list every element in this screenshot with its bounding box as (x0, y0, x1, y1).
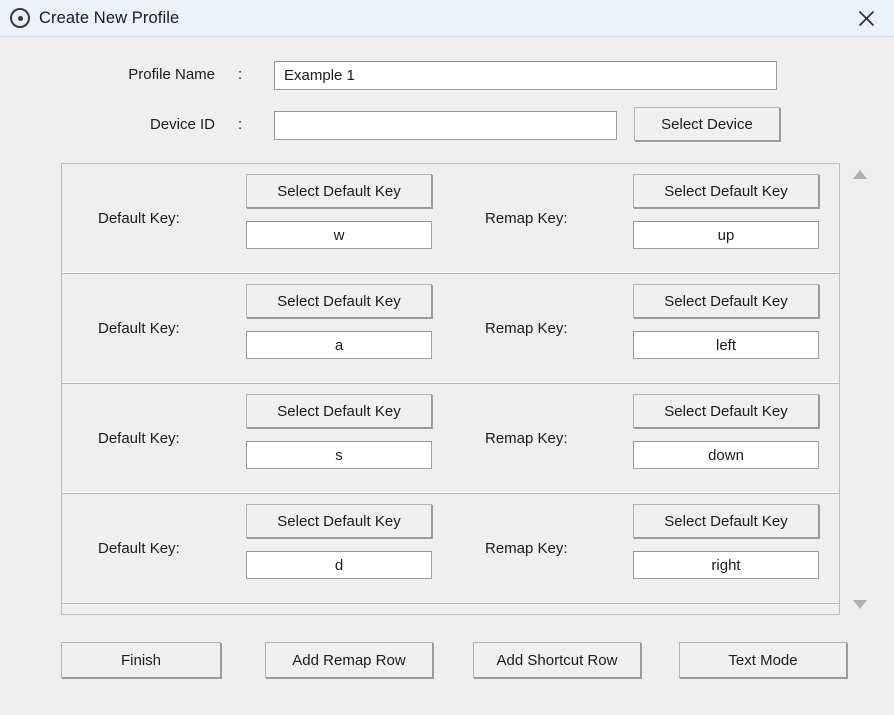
default-key-input[interactable]: d (246, 551, 432, 579)
select-default-key-button[interactable]: Select Default Key (246, 504, 432, 538)
table-row: Default Key: Select Default Key a Remap … (62, 274, 839, 384)
table-row: Default Key: Select Default Key w Remap … (62, 164, 839, 274)
profile-name-colon: : (238, 66, 243, 83)
add-shortcut-row-button[interactable]: Add Shortcut Row (473, 642, 641, 678)
device-id-label: Device ID (149, 116, 215, 133)
remap-key-input[interactable]: down (633, 441, 819, 469)
window-titlebar: Create New Profile (0, 0, 894, 37)
profile-name-label: Profile Name (128, 66, 215, 83)
profile-name-input[interactable]: Example 1 (274, 61, 777, 90)
remap-key-label: Remap Key: (485, 430, 568, 447)
scroll-down-arrow-icon (852, 599, 867, 609)
default-key-label: Default Key: (98, 320, 180, 337)
app-target-circle-icon (10, 8, 30, 28)
select-device-button[interactable]: Select Device (634, 107, 780, 141)
select-remap-key-button[interactable]: Select Default Key (633, 394, 819, 428)
default-key-input[interactable]: s (246, 441, 432, 469)
remap-rows-panel: Default Key: Select Default Key w Remap … (61, 163, 840, 615)
table-row-partial (62, 604, 839, 614)
remap-key-input[interactable]: right (633, 551, 819, 579)
remap-key-label: Remap Key: (485, 210, 568, 227)
default-key-label: Default Key: (98, 210, 180, 227)
table-row: Default Key: Select Default Key d Remap … (62, 494, 839, 604)
close-icon (858, 10, 874, 26)
device-id-colon: : (238, 116, 243, 133)
finish-button[interactable]: Finish (61, 642, 221, 678)
scroll-up-arrow-button[interactable] (846, 163, 873, 185)
close-window-button[interactable] (838, 0, 894, 36)
select-remap-key-button[interactable]: Select Default Key (633, 504, 819, 538)
window-title: Create New Profile (39, 8, 180, 27)
remap-key-input[interactable]: up (633, 221, 819, 249)
default-key-input[interactable]: a (246, 331, 432, 359)
remap-key-label: Remap Key: (485, 320, 568, 337)
default-key-label: Default Key: (98, 430, 180, 447)
select-remap-key-button[interactable]: Select Default Key (633, 174, 819, 208)
select-remap-key-button[interactable]: Select Default Key (633, 284, 819, 318)
footer-button-bar: Finish Add Remap Row Add Shortcut Row Te… (0, 642, 894, 678)
text-mode-button[interactable]: Text Mode (679, 642, 847, 678)
scrollbar-track[interactable] (846, 185, 873, 593)
select-default-key-button[interactable]: Select Default Key (246, 394, 432, 428)
table-row: Default Key: Select Default Key s Remap … (62, 384, 839, 494)
rows-vertical-scrollbar[interactable] (846, 163, 873, 615)
default-key-label: Default Key: (98, 540, 180, 557)
select-default-key-button[interactable]: Select Default Key (246, 174, 432, 208)
scroll-down-arrow-button[interactable] (846, 593, 873, 615)
select-default-key-button[interactable]: Select Default Key (246, 284, 432, 318)
remap-key-label: Remap Key: (485, 540, 568, 557)
device-id-input[interactable] (274, 111, 617, 140)
add-remap-row-button[interactable]: Add Remap Row (265, 642, 433, 678)
default-key-input[interactable]: w (246, 221, 432, 249)
scroll-up-arrow-icon (852, 169, 867, 179)
remap-key-input[interactable]: left (633, 331, 819, 359)
